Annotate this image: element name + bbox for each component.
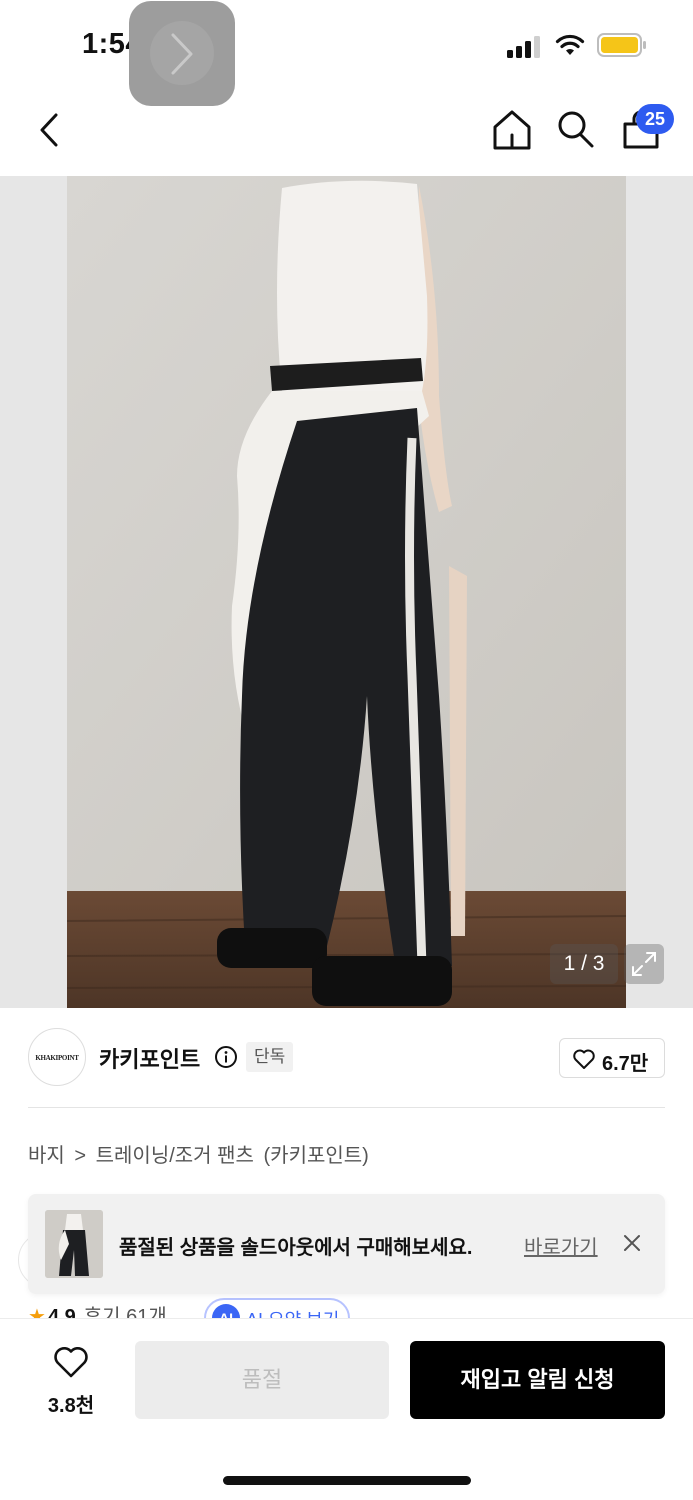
search-icon[interactable] [555,108,595,150]
toast-link[interactable]: 바로가기 [524,1231,598,1260]
soldout-button[interactable]: 품절 [135,1341,389,1419]
bottom-action-bar: 3.8천 품절 재입고 알림 신청 [0,1318,693,1500]
close-icon[interactable] [620,1231,644,1255]
status-bar: 1:54 [0,0,693,95]
battery-icon [597,33,646,57]
expand-icon [632,952,656,976]
expand-image-button[interactable] [624,944,664,984]
wifi-icon [555,34,585,55]
brand-name[interactable]: 카키포인트 [99,1042,200,1074]
brand-like-button[interactable]: 6.7만 [559,1038,665,1078]
breadcrumb-category[interactable]: 바지 [28,1145,65,1167]
home-indicator [223,1476,471,1485]
breadcrumb: 바지 > 트레이닝/조거 팬츠 (카키포인트) [28,1139,373,1168]
soldout-toast: 품절된 상품을 솔드아웃에서 구매해보세요. 바로가기 [28,1194,665,1294]
info-icon[interactable] [214,1045,238,1069]
chevron-right-icon [171,33,193,75]
product-image-carousel[interactable] [0,176,693,1008]
divider [28,1107,665,1108]
wishlist-button[interactable]: 3.8천 [30,1345,112,1417]
home-icon[interactable] [491,108,533,152]
wishlist-count: 3.8천 [47,1395,95,1417]
rating-row: ★4.9후기 61개 AI AI 요약 보기 [28,1298,368,1319]
breadcrumb-subcategory[interactable]: 트레이닝/조거 팬츠 [96,1145,254,1167]
ai-badge: AI [212,1304,240,1319]
cart-count-badge: 25 [636,104,674,134]
breadcrumb-brand[interactable]: (카키포인트) [264,1145,369,1167]
brand-logo[interactable]: KHAKIPOINT [28,1028,86,1086]
back-icon[interactable] [34,110,64,150]
restock-alert-button[interactable]: 재입고 알림 신청 [410,1341,665,1419]
cellular-signal-icon [507,36,540,58]
heart-icon [54,1347,88,1378]
brand-like-count: 6.7만 [602,1053,649,1075]
toast-message: 품절된 상품을 솔드아웃에서 구매해보세요. [119,1237,473,1259]
breadcrumb-separator: > [74,1145,87,1167]
toast-product-thumbnail [45,1210,103,1278]
ai-summary-button[interactable]: AI AI 요약 보기 [204,1298,350,1319]
floating-forward-button[interactable] [129,1,235,106]
image-counter: 1 / 3 [550,944,618,984]
heart-icon [573,1049,595,1069]
top-navigation [0,100,693,160]
brand-row: KHAKIPOINT 카키포인트 단독 6.7만 [0,1020,693,1108]
product-photo [67,176,626,1008]
exclusive-badge: 단독 [246,1042,294,1072]
